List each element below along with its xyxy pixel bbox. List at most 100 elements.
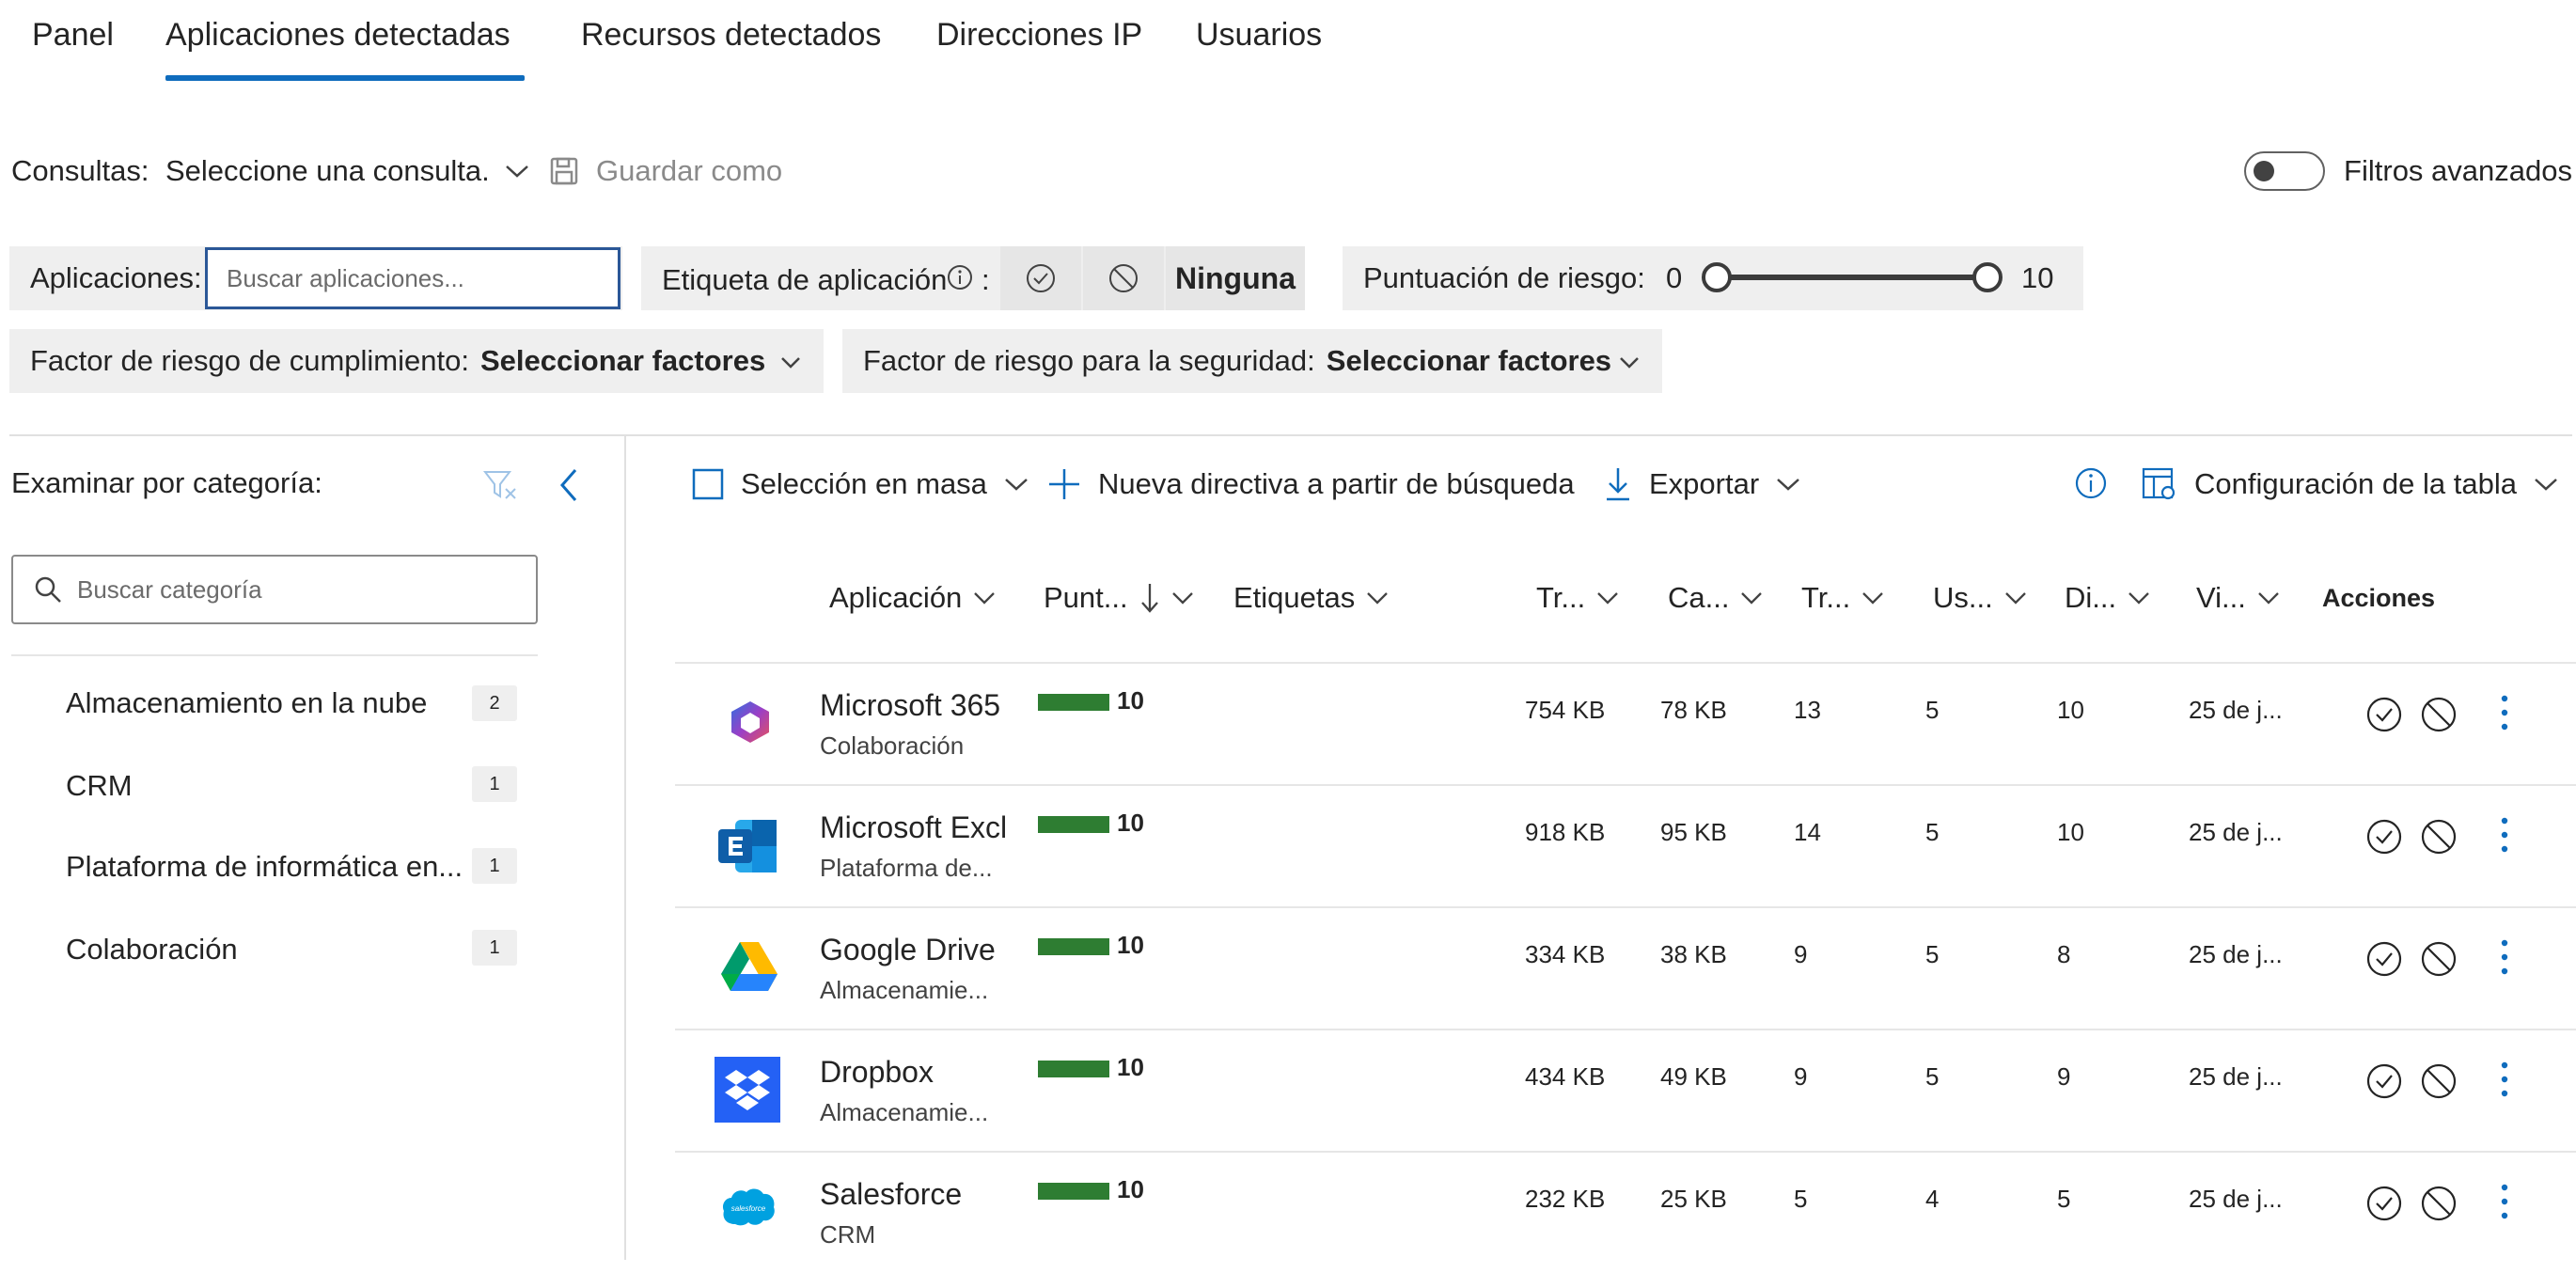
column-header-label: Aplicación — [829, 581, 963, 614]
column-header-transactions[interactable]: Tr... — [1801, 577, 1884, 619]
risk-score: 10 — [1117, 686, 1144, 715]
bulk-select-button[interactable]: Selección en masa — [692, 461, 1029, 508]
chevron-down-icon — [1596, 590, 1619, 605]
security-factor-label: Factor de riesgo para la seguridad: — [863, 344, 1315, 377]
column-header-ip-addresses[interactable]: Di... — [2065, 577, 2150, 619]
app-name[interactable]: Salesforce — [820, 1177, 962, 1212]
sort-descending-icon — [1139, 582, 1160, 614]
app-tag-label: Etiqueta de aplicación — [662, 263, 948, 296]
block-icon[interactable] — [2420, 696, 2458, 733]
tab-ip-addresses[interactable]: Direcciones IP — [936, 17, 1142, 54]
ips-cell: 5 — [2057, 1185, 2071, 1213]
traffic-cell: 232 KB — [1525, 1185, 1606, 1213]
sanctioned-tag-button[interactable] — [1000, 246, 1081, 310]
table-row[interactable]: Google Drive Almacenamie... 10 334 KB 38… — [675, 906, 2576, 1029]
category-item-crm[interactable]: CRM — [66, 769, 133, 803]
chevron-down-icon — [1776, 477, 1800, 492]
more-options-icon[interactable] — [2499, 816, 2510, 854]
chevron-down-icon — [1740, 590, 1763, 605]
more-options-icon[interactable] — [2499, 1183, 2510, 1220]
block-icon[interactable] — [2420, 1062, 2458, 1100]
traffic-cell: 334 KB — [1525, 940, 1606, 968]
app-name[interactable]: Microsoft 365 — [820, 688, 1000, 723]
ips-cell: 9 — [2057, 1062, 2071, 1091]
query-select[interactable]: Seleccione una consulta. — [165, 150, 529, 192]
download-icon — [1604, 466, 1632, 502]
export-label: Exportar — [1649, 467, 1760, 500]
collapse-pane-icon[interactable] — [557, 464, 581, 506]
sanction-check-icon[interactable] — [2365, 1185, 2403, 1222]
app-name[interactable]: Microsoft Excl — [820, 810, 1007, 845]
category-search-input[interactable]: Buscar categoría — [11, 555, 538, 624]
users-cell: 5 — [1925, 940, 1940, 968]
compliance-factor-dropdown[interactable]: Factor de riesgo de cumplimiento: Selecc… — [9, 329, 824, 393]
block-icon[interactable] — [2420, 940, 2458, 978]
risk-max-handle[interactable] — [1972, 262, 2003, 292]
column-header-traffic[interactable]: Tr... — [1536, 577, 1619, 619]
app-name[interactable]: Dropbox — [820, 1055, 934, 1090]
app-category: Almacenamie... — [820, 1098, 989, 1126]
upload-cell: 25 KB — [1660, 1185, 1727, 1213]
block-icon[interactable] — [2420, 818, 2458, 856]
column-header-label: Vi... — [2196, 581, 2246, 614]
app-name[interactable]: Google Drive — [820, 933, 996, 967]
category-item-cloud-storage[interactable]: Almacenamiento en la nube — [66, 686, 427, 720]
info-icon[interactable] — [946, 263, 974, 291]
category-item-collaboration[interactable]: Colaboración — [66, 933, 238, 967]
transactions-cell: 9 — [1794, 1062, 1808, 1091]
tab-users[interactable]: Usuarios — [1196, 17, 1322, 54]
more-options-icon[interactable] — [2499, 1061, 2510, 1098]
category-search-placeholder: Buscar categoría — [77, 574, 262, 604]
risk-score: 10 — [1117, 809, 1144, 837]
chevron-down-icon — [2257, 590, 2280, 605]
table-row[interactable]: Microsoft Excl Plataforma de... 10 918 K… — [675, 784, 2576, 906]
column-header-users[interactable]: Us... — [1933, 577, 2027, 619]
new-policy-button[interactable]: Nueva directiva a partir de búsqueda — [1047, 461, 1575, 508]
sanction-check-icon[interactable] — [2365, 696, 2403, 733]
upload-cell: 49 KB — [1660, 1062, 1727, 1091]
export-button[interactable]: Exportar — [1604, 461, 1800, 508]
salesforce-logo-text: salesforce — [731, 1204, 766, 1213]
risk-min-handle[interactable] — [1702, 262, 1732, 292]
save-as-label: Guardar como — [596, 154, 783, 187]
compliance-factor-label: Factor de riesgo de cumplimiento: — [30, 344, 469, 377]
column-header-label: Ca... — [1668, 581, 1730, 614]
category-item-computing-platform[interactable]: Plataforma de informática en... — [66, 850, 463, 884]
sanction-check-icon[interactable] — [2365, 818, 2403, 856]
column-header-app[interactable]: Aplicación — [829, 577, 996, 619]
more-options-icon[interactable] — [2499, 694, 2510, 731]
traffic-cell: 434 KB — [1525, 1062, 1606, 1091]
none-tag-button[interactable]: Ninguna — [1166, 246, 1305, 310]
table-row[interactable]: Microsoft 365 Colaboración 10 754 KB 78 … — [675, 662, 2576, 784]
apps-search-input[interactable]: Buscar aplicaciones... — [205, 247, 620, 309]
chevron-down-icon — [778, 350, 803, 374]
chevron-down-icon — [1861, 590, 1884, 605]
plus-icon — [1047, 467, 1081, 501]
table-row[interactable]: salesforce Salesforce CRM 10 232 KB 25 K… — [675, 1151, 2576, 1273]
save-as-button[interactable]: Guardar como — [549, 150, 782, 192]
tab-panel[interactable]: Panel — [32, 17, 114, 54]
risk-score-bar — [1038, 816, 1109, 833]
block-icon[interactable] — [2420, 1185, 2458, 1222]
unsanctioned-tag-button[interactable] — [1083, 246, 1164, 310]
column-header-tags[interactable]: Etiquetas — [1233, 577, 1389, 619]
category-count: 1 — [472, 766, 517, 802]
risk-score-slider[interactable] — [1717, 275, 1987, 280]
column-header-last-seen[interactable]: Vi... — [2196, 577, 2280, 619]
advanced-filters-toggle[interactable] — [2244, 151, 2326, 191]
info-icon[interactable] — [2074, 466, 2108, 500]
tab-discovered-apps[interactable]: Aplicaciones detectadas — [165, 17, 510, 54]
table-config-button[interactable]: Configuración de la tabla — [2142, 461, 2558, 508]
queries-label: Consultas: — [11, 154, 149, 187]
last-seen-cell: 25 de j... — [2189, 940, 2283, 968]
tab-discovered-resources[interactable]: Recursos detectados — [581, 17, 881, 54]
table-row[interactable]: Dropbox Almacenamie... 10 434 KB 49 KB 9… — [675, 1029, 2576, 1151]
column-header-score[interactable]: Punt... — [1044, 577, 1194, 619]
sanction-check-icon[interactable] — [2365, 1062, 2403, 1100]
more-options-icon[interactable] — [2499, 938, 2510, 976]
security-factor-dropdown[interactable]: Factor de riesgo para la seguridad: Sele… — [842, 329, 1662, 393]
column-header-upload[interactable]: Ca... — [1668, 577, 1763, 619]
risk-score: 10 — [1117, 1175, 1144, 1203]
sanction-check-icon[interactable] — [2365, 940, 2403, 978]
clear-filter-icon[interactable] — [481, 466, 519, 504]
